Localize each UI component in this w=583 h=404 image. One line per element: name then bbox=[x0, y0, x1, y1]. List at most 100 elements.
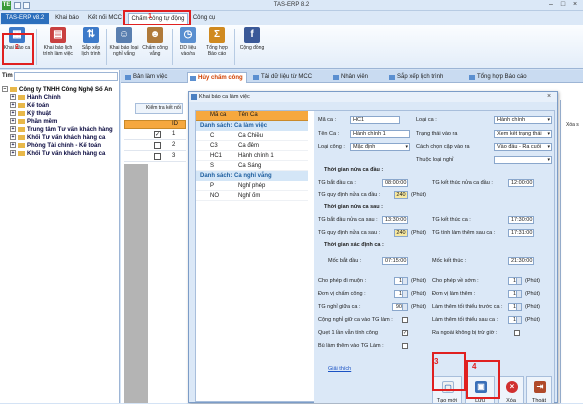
tab-cong-cu[interactable]: Công cụ bbox=[190, 13, 218, 24]
tree-node[interactable]: + Khối Tư vấn khách hàng ca bbox=[2, 150, 120, 158]
ribbon-cong-dong[interactable]: f Cộng đồng bbox=[238, 27, 266, 67]
tg-nghi-giua-spin[interactable]: 90 bbox=[392, 303, 408, 311]
tree-node[interactable]: + Phòng Tài chính - Kế toán bbox=[2, 142, 120, 150]
app-title: TAS-ERP 8.2 bbox=[273, 2, 310, 8]
row-checkbox[interactable] bbox=[154, 142, 161, 149]
giai-thich-link[interactable]: Giải thích bbox=[328, 366, 351, 372]
cach-chon-select[interactable]: Vào đầu - Ra cuối bbox=[494, 143, 552, 151]
ra-ngoai-label: Ra ngoài không bị trừ giờ : bbox=[432, 330, 498, 336]
ribbon-dd-lieu-vao-ra[interactable]: ◷ DD liệu vào/ra bbox=[176, 27, 200, 67]
bu-lam-them-checkbox[interactable] bbox=[402, 343, 408, 349]
group-ca-nghi-vang[interactable]: Danh sách: Ca nghỉ vắng bbox=[196, 171, 308, 181]
don-vi-cong-spin[interactable]: 1 bbox=[394, 290, 408, 298]
ribbon-cham-cong-vang[interactable]: ☻ Chấm công vắng bbox=[142, 27, 168, 67]
maximize-icon[interactable]: □ bbox=[557, 1, 569, 9]
cho-phep-som-spin[interactable]: 1 bbox=[508, 277, 522, 285]
ribbon-tong-hop-bao-cao[interactable]: Σ Tổng hợp Báo cáo bbox=[204, 27, 230, 67]
lam-them-sau-spin[interactable]: 1 bbox=[508, 316, 522, 324]
tab-ket-noi-mcc[interactable]: Kết nối MCC bbox=[86, 13, 124, 24]
shift-row[interactable]: HC1 Hành chính 1 bbox=[196, 151, 308, 161]
shift-row[interactable]: P Nghỉ phép bbox=[196, 181, 308, 191]
expand-icon[interactable]: + bbox=[10, 110, 16, 117]
tree-node[interactable]: + Hành Chính bbox=[2, 94, 120, 102]
ribbon-khai-bao-lich-trinh[interactable]: ▤ Khai báo lịch trình làm việc bbox=[40, 27, 76, 67]
expand-icon[interactable]: + bbox=[10, 134, 16, 141]
cong-nghi-checkbox[interactable] bbox=[402, 317, 408, 323]
tg-ket-thuc-1-input[interactable]: 12:00:00 bbox=[508, 179, 534, 187]
tg-tinh-them-input[interactable]: 17:31:00 bbox=[508, 229, 534, 237]
ribbon-sap-xep-lich-trinh[interactable]: ⇅ Sắp xếp lịch trình bbox=[78, 27, 104, 67]
minimize-icon[interactable]: – bbox=[545, 1, 557, 9]
table-row[interactable]: ✓ 1 bbox=[124, 129, 186, 140]
tg-ket-thuc-ca-input[interactable]: 17:30:00 bbox=[508, 216, 534, 224]
ten-ca-input[interactable]: Hành chính 1 bbox=[350, 130, 410, 138]
doctab-tong-hop[interactable]: Tổng hợp Báo cáo bbox=[467, 72, 531, 83]
tree-node[interactable]: + Khối Tư vấn khách hàng ca bbox=[2, 134, 120, 142]
tg-bat-dau-2-input[interactable]: 13:30:00 bbox=[382, 216, 408, 224]
tree-label: Khối Tư vấn khách hàng ca bbox=[27, 151, 106, 157]
doctab-sap-xep[interactable]: Sắp xếp lịch trình bbox=[387, 72, 457, 83]
grid-empty-area bbox=[124, 164, 148, 403]
table-row[interactable]: 3 bbox=[124, 151, 186, 162]
thuoc-loai-select[interactable] bbox=[494, 156, 552, 164]
tg-quy-dinh-2-input[interactable]: 240 bbox=[394, 229, 408, 237]
shift-row[interactable]: NO Nghỉ ốm bbox=[196, 191, 308, 201]
moc-ket-thuc-input[interactable]: 21:30:00 bbox=[508, 257, 534, 265]
shift-row[interactable]: C Ca Chiều bbox=[196, 131, 308, 141]
ribbon-separator bbox=[106, 29, 107, 65]
tg-bat-dau-input[interactable]: 08:00:00 bbox=[382, 179, 408, 187]
cell-name: Nghỉ ốm bbox=[238, 193, 261, 199]
doctab-ban-lam-viec[interactable]: Bản làm việc bbox=[123, 72, 185, 83]
row-checkbox[interactable] bbox=[154, 153, 161, 160]
loai-cong-select[interactable]: Mặc định bbox=[350, 143, 410, 151]
ribbon-khai-bao-nghi-vang[interactable]: ☺ Khai báo loại nghỉ vắng bbox=[108, 27, 140, 67]
expand-icon[interactable]: + bbox=[10, 94, 16, 101]
clock-icon: ◷ bbox=[180, 27, 196, 43]
unit-phut: (Phút) bbox=[525, 304, 540, 310]
close-window-icon[interactable]: × bbox=[569, 1, 581, 9]
tree-node[interactable]: + Phần mềm bbox=[2, 118, 120, 126]
doctab-nhan-vien[interactable]: Nhân viên bbox=[331, 72, 377, 83]
collapse-icon[interactable]: − bbox=[2, 86, 8, 93]
doctab-label: Sắp xếp lịch trình bbox=[397, 74, 444, 80]
cho-phep-muon-spin[interactable]: 1 bbox=[394, 277, 408, 285]
quet-1-lan-checkbox[interactable]: ✓ bbox=[402, 330, 408, 336]
ribbon-label: Sắp xếp lịch trình bbox=[81, 45, 101, 57]
expand-icon[interactable]: + bbox=[10, 126, 16, 133]
tree-root[interactable]: − Công ty TNHH Công Nghệ Số An bbox=[2, 86, 120, 94]
tree-node[interactable]: + Trung tâm Tư vấn khách hàng bbox=[2, 126, 120, 134]
moc-bat-dau-input[interactable]: 07:15:00 bbox=[382, 257, 408, 265]
ribbon-separator bbox=[36, 29, 37, 65]
trang-thai-select[interactable]: Xem kết trạng thái bbox=[494, 130, 552, 138]
doctab-tai-du-lieu[interactable]: Tải dữ liệu từ MCC bbox=[251, 72, 321, 83]
tab-file[interactable]: TAS-ERP v8.2 bbox=[1, 13, 49, 24]
expand-icon[interactable]: + bbox=[10, 150, 16, 157]
search-input[interactable] bbox=[14, 72, 118, 81]
expand-icon[interactable]: + bbox=[10, 102, 16, 109]
delete-button[interactable]: × Xóa bbox=[498, 376, 524, 404]
exit-button[interactable]: ⇥ Thoát bbox=[526, 376, 552, 404]
shift-row[interactable]: C3 Ca đêm bbox=[196, 141, 308, 151]
loai-ca-select[interactable]: Hành chính bbox=[494, 116, 552, 124]
tab-khai-bao[interactable]: Khai báo bbox=[52, 13, 82, 24]
don-vi-lam-them-spin[interactable]: 1 bbox=[508, 290, 522, 298]
col-ten-ca: Tên Ca bbox=[238, 112, 258, 118]
ra-ngoai-checkbox[interactable] bbox=[514, 330, 520, 336]
row-checkbox[interactable]: ✓ bbox=[154, 131, 161, 138]
expand-icon[interactable]: + bbox=[10, 118, 16, 125]
unit-phut: (Phút) bbox=[411, 230, 426, 236]
group-ca-lam-viec[interactable]: Danh sách: Ca làm việc bbox=[196, 121, 308, 131]
tg-quy-dinh-1-input[interactable]: 240 bbox=[394, 191, 408, 199]
ma-ca-input[interactable]: HC1 bbox=[350, 116, 400, 124]
expand-icon[interactable]: + bbox=[10, 142, 16, 149]
check-connection-button[interactable]: Kiểm tra kết nối bbox=[135, 103, 183, 114]
unit-phut: (Phút) bbox=[525, 291, 540, 297]
tree-node[interactable]: + Kế toán bbox=[2, 102, 120, 110]
dialog-close-icon[interactable]: × bbox=[544, 93, 554, 101]
shift-row[interactable]: S Ca Sáng bbox=[196, 161, 308, 171]
tree-node[interactable]: + Kỹ thuật bbox=[2, 110, 120, 118]
table-row[interactable]: 2 bbox=[124, 140, 186, 151]
col-ma-ca: Mã ca bbox=[210, 112, 227, 118]
lam-them-truoc-spin[interactable]: 1 bbox=[508, 303, 522, 311]
doctab-huy-cham-cong[interactable]: Hủy chấm công bbox=[187, 72, 247, 83]
